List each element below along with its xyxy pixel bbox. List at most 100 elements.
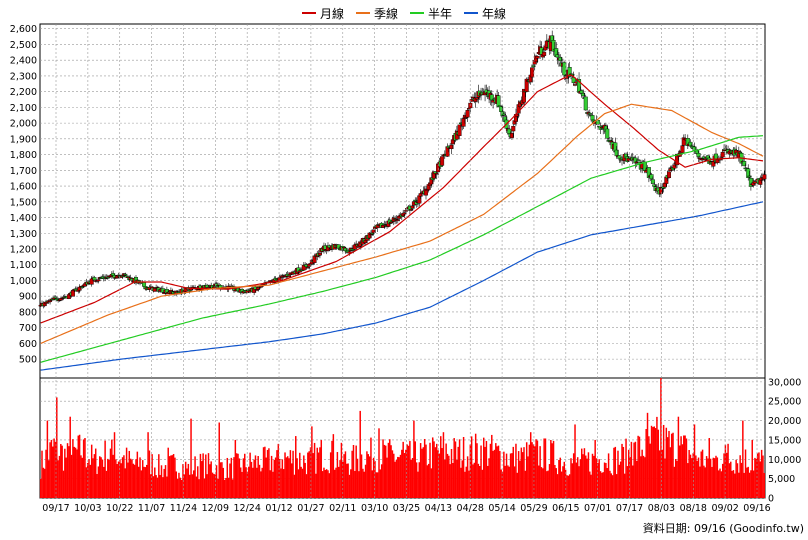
price-tick-label: 1,200 [10, 244, 37, 255]
volume-bar [166, 476, 168, 498]
volume-bar [109, 448, 112, 498]
volume-bar [266, 449, 269, 498]
volume-bar [242, 458, 245, 498]
volume-bar [450, 448, 453, 498]
volume-bar [229, 463, 231, 498]
volume-bar [452, 462, 454, 498]
date-tick-label: 09/16 [743, 503, 770, 514]
candle-body [590, 115, 595, 121]
volume-bar [225, 477, 227, 498]
volume-bar [481, 469, 484, 498]
volume-bar [619, 461, 622, 498]
date-tick-label: 08/18 [680, 503, 707, 514]
volume-bar [521, 452, 524, 498]
volume-bar [754, 457, 756, 498]
price-tick-label: 2,000 [10, 119, 37, 130]
volume-bar [96, 473, 98, 498]
volume-bar [736, 463, 739, 498]
volume-bar [68, 446, 70, 498]
volume-bar [460, 467, 462, 498]
volume-bar [572, 453, 575, 498]
volume-bar [591, 453, 594, 498]
date-tick-label: 10/03 [74, 503, 101, 514]
candle-body [762, 174, 767, 180]
volume-bar [348, 474, 351, 498]
volume-bar [152, 476, 155, 498]
volume-bar [421, 448, 423, 498]
volume-bar [141, 460, 144, 498]
volume-bar [180, 479, 183, 498]
volume-bar [60, 443, 62, 498]
volume-bar [508, 466, 510, 498]
volume-bar [517, 451, 520, 498]
volume-bar [511, 453, 513, 498]
volume-bar [725, 452, 728, 498]
volume-bar [440, 436, 442, 498]
volume-bar [409, 440, 411, 498]
volume-bar [319, 447, 321, 498]
volume-bar [92, 458, 94, 498]
volume-bar [379, 469, 382, 498]
volume-bar [331, 440, 333, 498]
volume-bar [120, 463, 122, 498]
volume-bar [82, 439, 85, 498]
volume-bar [720, 471, 723, 498]
volume-bar [570, 458, 572, 498]
volume-bar [669, 447, 672, 498]
volume-bar [585, 455, 587, 498]
volume-bar [611, 475, 614, 498]
volume-bar [286, 456, 289, 498]
candle-body [123, 273, 128, 276]
price-tick-label: 900 [19, 292, 37, 303]
volume-bar [41, 450, 43, 498]
volume-bar [730, 461, 732, 498]
volume-bar [444, 459, 446, 498]
volume-bar [364, 464, 367, 498]
volume-bar [519, 460, 521, 498]
volume-bar [129, 458, 132, 498]
volume-bar [595, 458, 598, 498]
volume-bar [198, 479, 200, 498]
volume-bar [336, 452, 339, 498]
candle-body [511, 125, 516, 132]
volume-bar [598, 459, 600, 498]
volume-bar [500, 469, 502, 498]
volume-bar [562, 466, 564, 498]
volume-bar [145, 464, 148, 498]
volume-bar [731, 470, 733, 498]
volume-bar [677, 416, 680, 498]
volume-bar [632, 465, 634, 498]
volume-bar [81, 457, 84, 498]
volume-bar [168, 456, 171, 498]
volume-bar [662, 424, 665, 498]
volume-bar [716, 457, 719, 498]
volume-bar [65, 457, 67, 498]
volume-bar [89, 464, 92, 498]
volume-bar [311, 426, 313, 498]
volume-bar [750, 470, 752, 498]
volume-bar [215, 465, 218, 498]
volume-bar [457, 446, 459, 498]
volume-bar [496, 446, 498, 498]
volume-bar [543, 438, 545, 498]
volume-bar [194, 456, 196, 498]
volume-bar [171, 455, 173, 498]
volume-bar [744, 449, 747, 498]
volume-bar [762, 455, 764, 498]
volume-bar [435, 443, 438, 498]
x-axis: 09/17 10/03 10/22 11/07 11/24 12/09 12/24 01/12… [42, 24, 771, 514]
volume-bar [610, 473, 613, 498]
volume-bar [559, 457, 561, 498]
volume-bar [705, 456, 708, 498]
volume-bar [679, 445, 681, 498]
volume-bar [414, 441, 416, 498]
volume-bar [687, 463, 689, 498]
volume-bar [235, 453, 238, 498]
candle-body [96, 279, 101, 282]
volume-bar [248, 466, 250, 498]
volume-bar [589, 471, 591, 498]
candle-body [535, 56, 540, 59]
volume-bar [262, 447, 265, 498]
volume-bar [197, 466, 199, 498]
volume-bar [637, 435, 639, 498]
